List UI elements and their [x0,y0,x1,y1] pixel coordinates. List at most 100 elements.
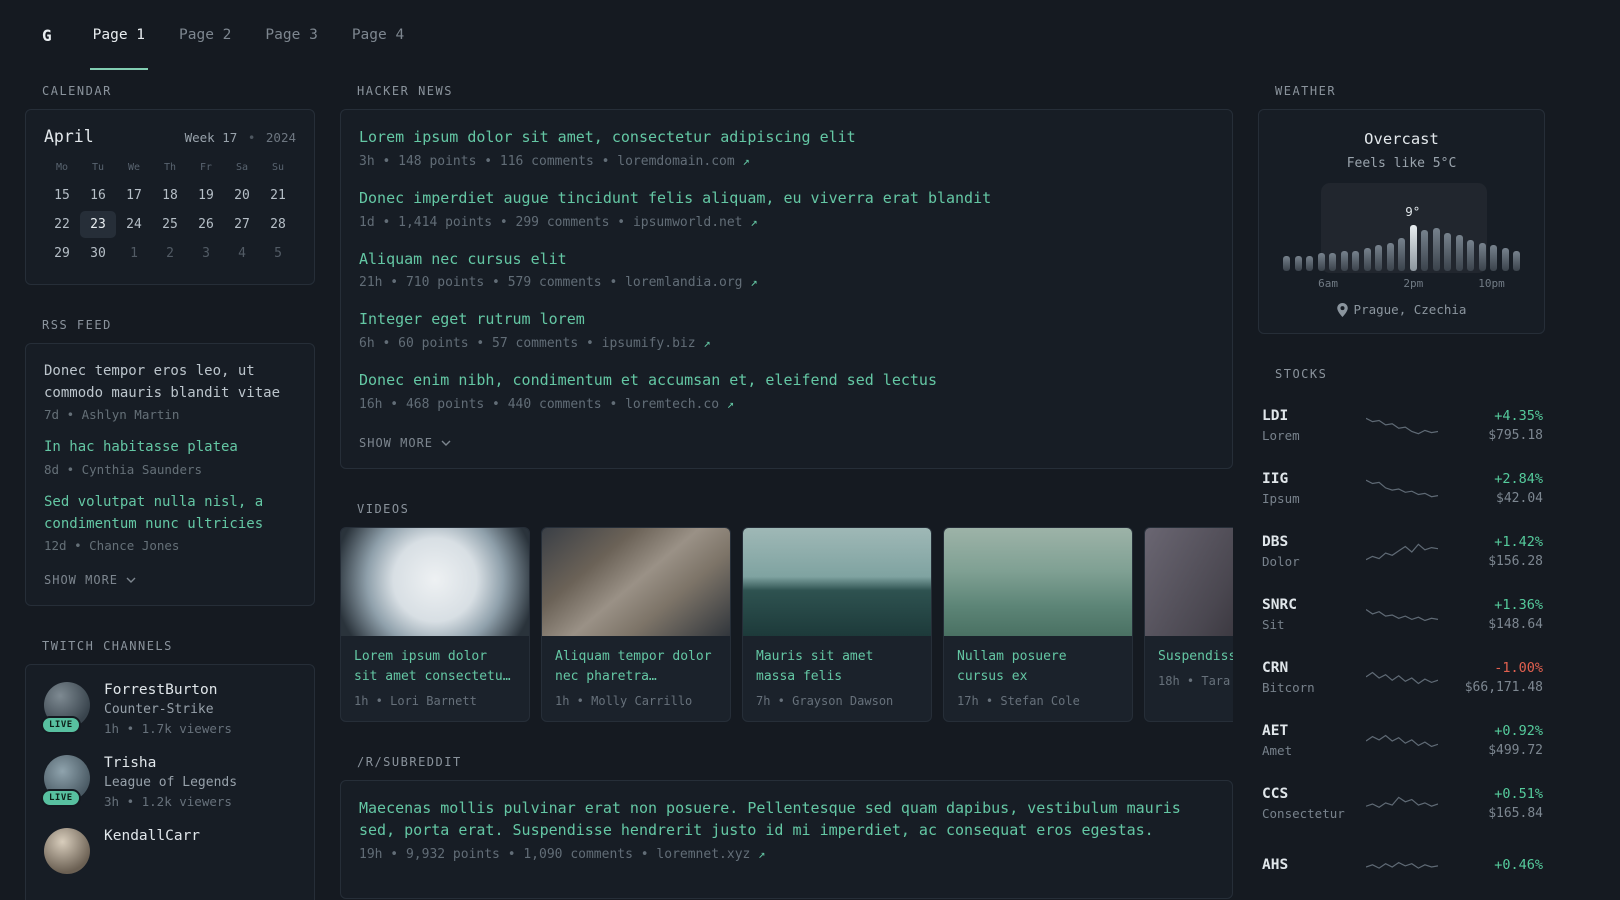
stock-price: $148.64 [1488,617,1543,632]
hn-item: Donec enim nibh, condimentum et accumsan… [359,370,1214,412]
stock-ticker: CCS [1262,786,1289,802]
video-title-link[interactable]: Aliquam tempor dolor nec pharetra… [555,647,717,687]
stock-row[interactable]: SNRC Sit +1.36% $148.64 [1262,583,1543,646]
video-title-link[interactable]: Mauris sit amet massa felis [756,647,918,687]
hn-item-domain-link[interactable]: ipsumworld.net [633,215,743,230]
video-thumbnail[interactable] [944,527,1132,636]
app-logo: G [42,25,52,45]
stock-ticker: AET [1262,723,1289,739]
stock-sparkline [1354,728,1449,754]
calendar-day: 28 [270,217,286,232]
calendar-day: 16 [90,188,106,203]
hn-item-link[interactable]: Aliquam nec cursus elit [359,249,1214,271]
show-more-label: SHOW MORE [44,573,119,588]
rss-show-more-button[interactable]: SHOW MORE [44,573,136,587]
video-thumbnail[interactable] [1145,527,1233,636]
hn-item-link[interactable]: Donec imperdiet augue tincidunt felis al… [359,188,1214,210]
rss-item-meta: 8d • Cynthia Saunders [44,462,203,478]
stock-sparkline [1354,539,1449,565]
hn-item-domain-link[interactable]: loremlandia.org [625,275,742,290]
rss-widget: RSS FEED Donec tempor eros leo, ut commo… [25,318,315,607]
stock-id: SNRC Sit [1262,597,1354,632]
twitch-channel-meta: 1h • 1.7k viewers [104,721,232,737]
left-column: CALENDAR April Week 17 • 2024 Mo Tu We Th Fr… [25,84,315,900]
stock-ticker: IIG [1262,471,1289,487]
stock-price: $156.28 [1488,554,1543,569]
twitch-channel-row[interactable]: LIVE Trisha League of Legends 3h • 1.2k … [41,755,296,809]
stock-sparkline [1354,413,1449,439]
calendar-day: 18 [162,188,178,203]
twitch-avatar-wrap: LIVE [41,755,90,808]
video-card-body: Aliquam tempor dolor nec pharetra… 1h • … [542,636,730,721]
hn-item-domain-link[interactable]: ipsumify.biz [602,336,696,351]
video-title-link[interactable]: Lorem ipsum dolor sit amet consectetu… [354,647,516,687]
video-thumbnail[interactable] [542,527,730,636]
stock-row[interactable]: DBS Dolor +1.42% $156.28 [1262,520,1543,583]
rss-item-link[interactable]: Donec tempor eros leo, ut commodo mauris… [44,361,296,404]
stock-name: Dolor [1262,554,1300,569]
subreddit-post-link[interactable]: Maecenas mollis pulvinar erat non posuer… [359,798,1214,842]
stock-row[interactable]: CRN Bitcorn -1.00% $66,171.48 [1262,646,1543,709]
twitch-channel-name[interactable]: Trisha [104,755,237,771]
tab-page-1[interactable]: Page 1 [89,0,149,70]
hn-item-domain-link[interactable]: loremtech.co [625,397,719,412]
video-thumbnail[interactable] [341,527,529,636]
twitch-channel-info: KendallCarr [104,828,200,848]
stock-price: $499.72 [1488,743,1543,758]
stock-price: $795.18 [1488,428,1543,443]
video-thumbnail[interactable] [743,527,931,636]
videos-widget: VIDEOS Lorem ipsum dolor sit amet consec… [340,502,1233,723]
stock-row[interactable]: AET Amet +0.92% $499.72 [1262,709,1543,772]
stock-row[interactable]: AHS +0.46% [1262,835,1543,898]
video-title-link[interactable]: Nullam posuere cursus ex [957,647,1119,687]
video-card-body: Mauris sit amet massa felis 7h • Grayson… [743,636,931,721]
twitch-channel-name[interactable]: KendallCarr [104,828,200,844]
stock-values: +0.92% $499.72 [1449,723,1543,758]
stock-row[interactable]: LDI Lorem +4.35% $795.18 [1262,394,1543,457]
calendar-day-header: Mo [55,162,69,173]
weather-bar [1478,243,1486,271]
stock-row[interactable]: CCS Consectetur +0.51% $165.84 [1262,772,1543,835]
stock-id: DBS Dolor [1262,534,1354,569]
tab-page-4[interactable]: Page 4 [349,0,407,70]
twitch-channel-row[interactable]: LIVE ForrestBurton Counter-Strike 1h • 1… [41,682,296,737]
stock-id: LDI Lorem [1262,408,1354,443]
twitch-channel-info: Trisha League of Legends 3h • 1.2k viewe… [104,755,237,809]
hn-item-stats: 6h • 60 points • 57 comments • [359,336,594,351]
hn-item-link[interactable]: Lorem ipsum dolor sit amet, consectetur … [359,127,1214,149]
stock-row[interactable]: IIG Ipsum +2.84% $42.04 [1262,457,1543,520]
video-card-body: Nullam posuere cursus ex 17h • Stefan Co… [944,636,1132,721]
stock-ticker: SNRC [1262,597,1297,613]
hn-item-link[interactable]: Integer eget rutrum lorem [359,309,1214,331]
tab-page-2[interactable]: Page 2 [176,0,234,70]
rss-item-link[interactable]: In hac habitasse platea [44,437,296,459]
twitch-channel-name[interactable]: ForrestBurton [104,682,232,698]
rss-item-link[interactable]: Sed volutpat nulla nisl, a condimentum n… [44,492,296,535]
weather-bar [1444,233,1451,271]
subreddit-domain-link[interactable]: loremnet.xyz [656,847,750,862]
weather-tick: 2pm [1403,277,1424,290]
calendar-day: 17 [126,188,142,203]
calendar-day: 3 [202,246,210,261]
twitch-avatar-wrap: LIVE [41,682,90,735]
stock-id: AET Amet [1262,723,1354,758]
hn-item-domain-link[interactable]: loremdomain.com [617,154,734,169]
stock-ticker: LDI [1262,408,1289,424]
chevron-down-icon [441,440,451,446]
hn-show-more-button[interactable]: SHOW MORE [359,436,451,450]
calendar-day: 15 [54,188,70,203]
tab-page-3[interactable]: Page 3 [262,0,320,70]
hn-item: Integer eget rutrum lorem 6h • 60 points… [359,309,1214,351]
hn-item-stats: 3h • 148 points • 116 comments • [359,153,610,169]
twitch-avatar-wrap [44,828,90,875]
twitch-channel-row[interactable]: KendallCarr [44,828,296,875]
hn-item-link[interactable]: Donec enim nibh, condimentum et accumsan… [359,370,1214,392]
calendar-day: 27 [234,217,250,232]
hacker-news-card: Lorem ipsum dolor sit amet, consectetur … [340,109,1233,469]
video-title-link[interactable]: Suspendisse diam [1158,647,1233,667]
calendar-day-header: Su [271,162,285,173]
calendar-day: 24 [126,217,142,232]
avatar[interactable] [44,828,90,875]
twitch-channel-game: League of Legends [104,775,238,791]
stock-ticker: DBS [1262,534,1289,550]
